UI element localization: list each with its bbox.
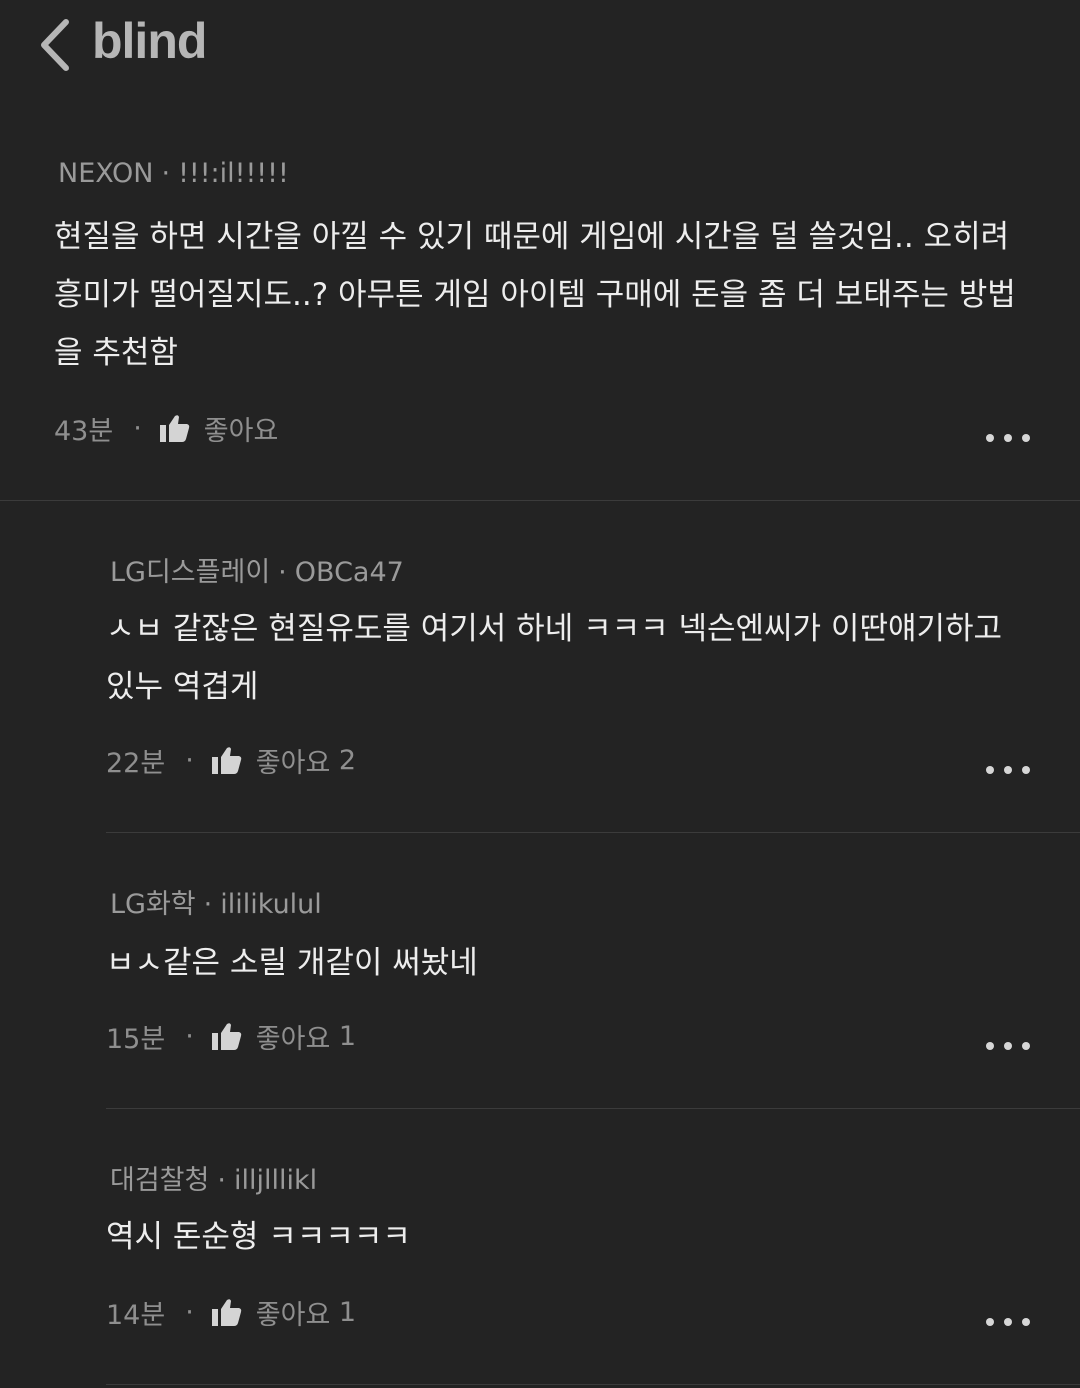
more-options-button[interactable] bbox=[986, 1312, 1030, 1332]
author-company[interactable]: LG디스플레이 bbox=[110, 557, 270, 588]
more-dots-icon bbox=[986, 1318, 994, 1326]
more-options-button[interactable] bbox=[986, 760, 1030, 780]
meta-separator: · bbox=[185, 1020, 194, 1052]
author-nickname[interactable]: !!!:il!!!!! bbox=[178, 158, 289, 189]
meta-separator: · bbox=[133, 412, 142, 444]
meta-separator: · bbox=[161, 158, 171, 189]
comment-author: LG디스플레이 · OBCa47 bbox=[110, 550, 404, 589]
comment-time: 14분 bbox=[106, 1299, 166, 1331]
like-button[interactable]: 좋아요 1 bbox=[211, 1017, 357, 1056]
app-header: blind bbox=[0, 0, 1080, 100]
comment-author: 대검찰청 · illjlllikl bbox=[110, 1158, 317, 1197]
comment-actions: 15분 · 좋아요 1 bbox=[106, 1016, 356, 1056]
comment-actions: 22분 · 좋아요 2 bbox=[106, 740, 356, 780]
like-count: 1 bbox=[338, 1296, 357, 1328]
comment-divider bbox=[106, 1384, 1080, 1385]
like-label: 좋아요 bbox=[255, 1023, 331, 1055]
more-options-button[interactable] bbox=[986, 428, 1030, 448]
comment-text: ㅂㅅ같은 소릴 개같이 써놨네 bbox=[106, 945, 478, 981]
comment-text: 역시 돈순형 ㅋㅋㅋㅋㅋ bbox=[106, 1219, 411, 1255]
more-dots-icon bbox=[986, 766, 994, 774]
author-company[interactable]: 대검찰청 bbox=[110, 1165, 209, 1196]
thumbs-up-icon bbox=[211, 1023, 242, 1050]
comment-time: 22분 bbox=[106, 747, 166, 779]
comment-actions: 14분 · 좋아요 1 bbox=[106, 1292, 356, 1332]
author-nickname[interactable]: ililikulul bbox=[220, 889, 322, 920]
more-dots-icon bbox=[986, 1042, 994, 1050]
comment-author: LG화학 · ililikulul bbox=[110, 882, 322, 921]
brand-logo: blind bbox=[92, 13, 207, 69]
thumbs-up-icon bbox=[159, 415, 190, 442]
comment-divider bbox=[106, 1108, 1080, 1109]
author-company[interactable]: LG화학 bbox=[110, 889, 196, 920]
author-company[interactable]: NEXON bbox=[58, 158, 153, 189]
meta-separator: · bbox=[203, 889, 213, 920]
comment-divider bbox=[106, 832, 1080, 833]
meta-separator: · bbox=[217, 1165, 226, 1196]
meta-separator: · bbox=[185, 1296, 194, 1328]
author-nickname[interactable]: OBCa47 bbox=[295, 557, 404, 588]
like-label: 좋아요 bbox=[203, 415, 279, 447]
like-button[interactable]: 좋아요 1 bbox=[211, 1293, 357, 1332]
like-button[interactable]: 좋아요 2 bbox=[211, 741, 357, 780]
thumbs-up-icon bbox=[211, 747, 242, 774]
like-label: 좋아요 bbox=[255, 747, 331, 779]
like-count: 1 bbox=[338, 1020, 357, 1052]
like-button[interactable]: 좋아요 bbox=[159, 409, 279, 448]
meta-separator: · bbox=[278, 557, 287, 588]
comment-time: 15분 bbox=[106, 1023, 166, 1055]
meta-separator: · bbox=[185, 744, 194, 776]
comment-text: 현질을 하면 시간을 아낄 수 있기 때문에 게임에 시간을 덜 쓸것임.. 오… bbox=[54, 219, 1016, 371]
like-count: 2 bbox=[338, 744, 357, 776]
comment-divider bbox=[0, 500, 1080, 501]
author-nickname[interactable]: illjlllikl bbox=[234, 1165, 317, 1196]
more-options-button[interactable] bbox=[986, 1036, 1030, 1056]
like-label: 좋아요 bbox=[255, 1299, 331, 1331]
comment-actions: 43분 · 좋아요 bbox=[54, 408, 278, 448]
comment-author: NEXON · !!!:il!!!!! bbox=[58, 158, 289, 189]
thumbs-up-icon bbox=[211, 1299, 242, 1326]
chevron-left-icon bbox=[41, 19, 69, 71]
back-button[interactable] bbox=[30, 14, 80, 76]
comment-time: 43분 bbox=[54, 415, 114, 447]
more-dots-icon bbox=[986, 434, 994, 442]
comment-text: ㅅㅂ 같잖은 현질유도를 여기서 하네 ㅋㅋㅋ 넥슨엔씨가 이딴얘기하고 있누 … bbox=[106, 611, 1003, 705]
